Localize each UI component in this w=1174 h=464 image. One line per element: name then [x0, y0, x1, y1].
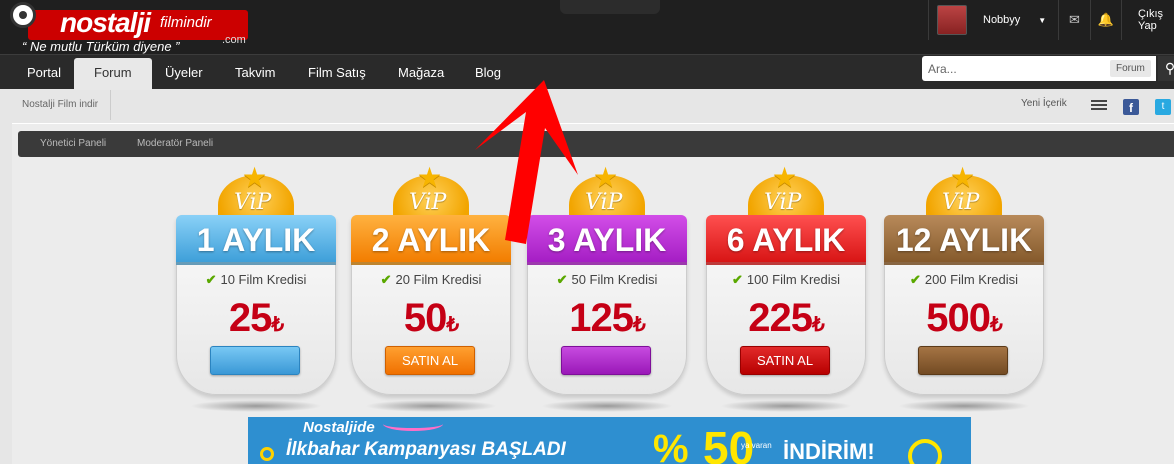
- plan-price: 500₺: [884, 296, 1044, 341]
- price-value: 500: [926, 296, 991, 340]
- username[interactable]: Nobbyy: [975, 14, 1032, 26]
- site-slogan: “ Ne mutlu Türküm diyene ”: [22, 39, 180, 54]
- header-toggle-tab[interactable]: [560, 0, 660, 14]
- logo-domain: .com: [222, 34, 246, 46]
- check-icon: ✔: [909, 272, 921, 287]
- plan-card-5: ★ ViP 12 AYLIK ✔ 200 Film Kredisi 500₺: [884, 160, 1044, 412]
- check-icon: ✔: [380, 272, 392, 287]
- plan-card-4: ★ ViP 6 AYLIK ✔ 100 Film Kredisi 225₺ SAT…: [706, 160, 866, 412]
- star-icon: ★: [772, 162, 798, 193]
- breadcrumb-row: Nostalji Film indir Yeni İçerik: [0, 90, 1174, 122]
- plan-title: 2 AYLIK: [351, 215, 511, 265]
- search-box: Forum: [922, 56, 1156, 81]
- currency-symbol: ₺: [812, 314, 825, 336]
- currency-symbol: ₺: [633, 314, 646, 336]
- moderator-panel-link[interactable]: Moderatör Paneli: [137, 131, 213, 157]
- plan-feature: ✔ 100 Film Kredisi: [706, 272, 866, 288]
- film-reel-icon: [10, 2, 36, 28]
- list-icon[interactable]: [1091, 100, 1107, 110]
- plan-feature-text: 10 Film Kredisi: [220, 272, 307, 287]
- logout-link[interactable]: Çıkış Yap: [1120, 0, 1174, 40]
- price-value: 50: [403, 296, 447, 340]
- vip-label: ViP: [764, 190, 802, 215]
- search-scope-select[interactable]: Forum: [1110, 60, 1151, 77]
- star-icon: ★: [950, 162, 976, 193]
- admin-panel-link[interactable]: Yönetici Paneli: [40, 131, 106, 157]
- nav-calendar[interactable]: Takvim: [235, 55, 275, 90]
- banner-line-1: Nostaljide: [303, 419, 375, 436]
- sun-icon: [908, 439, 942, 464]
- plan-card-2: ★ ViP 2 AYLIK ✔ 20 Film Kredisi 50₺ SATIN…: [351, 160, 511, 412]
- logo-subtext: filmindir: [160, 14, 212, 31]
- vip-label: ViP: [942, 190, 980, 215]
- buy-button[interactable]: [918, 346, 1008, 375]
- plan-price: 225₺: [706, 296, 866, 341]
- nav-film-sales[interactable]: Film Satış: [308, 55, 366, 90]
- user-area: Nobbyy ▼ ✉ 🔔 Çıkış Yap: [928, 0, 1174, 40]
- plan-feature-text: 100 Film Kredisi: [746, 272, 841, 287]
- star-icon: ★: [242, 162, 268, 193]
- currency-symbol: ₺: [271, 314, 284, 336]
- plan-feature: ✔ 200 Film Kredisi: [884, 272, 1044, 288]
- top-header: nostalji filmindir .com “ Ne mutlu Türkü…: [0, 0, 1174, 54]
- search-icon[interactable]: ⚲: [1158, 56, 1174, 81]
- circle-decoration-icon: [260, 447, 274, 461]
- plan-price: 125₺: [527, 296, 687, 341]
- avatar[interactable]: [937, 5, 967, 35]
- plan-feature-text: 50 Film Kredisi: [571, 272, 658, 287]
- plan-price: 50₺: [351, 296, 511, 341]
- plan-title: 1 AYLIK: [176, 215, 336, 265]
- chevron-down-icon[interactable]: ▼: [1038, 16, 1046, 25]
- nav-store[interactable]: Mağaza: [398, 55, 444, 90]
- user-menu[interactable]: Nobbyy ▼: [928, 0, 1058, 40]
- banner-line-2: İlkbahar Kampanyası BAŞLADI: [286, 439, 566, 460]
- nav-members[interactable]: Üyeler: [165, 55, 203, 90]
- bell-icon[interactable]: 🔔: [1089, 0, 1121, 40]
- currency-symbol: ₺: [446, 314, 459, 336]
- logo-text: nostalji: [60, 7, 151, 38]
- vip-label: ViP: [234, 190, 272, 215]
- star-icon: ★: [593, 162, 619, 193]
- plan-feature: ✔ 50 Film Kredisi: [527, 272, 687, 288]
- plan-title: 6 AYLIK: [706, 215, 866, 265]
- promo-banner[interactable]: Nostaljide İlkbahar Kampanyası BAŞLADI %…: [248, 417, 971, 464]
- check-icon: ✔: [205, 272, 217, 287]
- plan-feature-text: 200 Film Kredisi: [924, 272, 1019, 287]
- banner-discount: İNDİRİM!: [783, 439, 875, 464]
- check-icon: ✔: [731, 272, 743, 287]
- nav-forum[interactable]: Forum: [74, 58, 152, 90]
- price-value: 225: [748, 296, 813, 340]
- moderation-bar: Yönetici Paneli Moderatör Paneli: [18, 131, 1174, 157]
- buy-button[interactable]: SATIN AL: [385, 346, 475, 375]
- buy-button[interactable]: [561, 346, 651, 375]
- buy-button[interactable]: SATIN AL: [740, 346, 830, 375]
- banner-small-text: ya varan: [741, 441, 772, 450]
- plan-feature: ✔ 10 Film Kredisi: [176, 272, 336, 288]
- breadcrumb[interactable]: Nostalji Film indir: [10, 90, 112, 120]
- plan-title: 3 AYLIK: [527, 215, 687, 265]
- twitter-icon[interactable]: t: [1155, 99, 1171, 115]
- new-content-link[interactable]: Yeni İçerik: [1021, 98, 1067, 109]
- nav-portal[interactable]: Portal: [27, 55, 61, 90]
- check-icon: ✔: [556, 272, 568, 287]
- nav-blog[interactable]: Blog: [475, 55, 501, 90]
- plan-card-3: ★ ViP 3 AYLIK ✔ 50 Film Kredisi 125₺: [527, 160, 687, 412]
- plan-feature-text: 20 Film Kredisi: [395, 272, 482, 287]
- vip-label: ViP: [409, 190, 447, 215]
- buy-button[interactable]: [210, 346, 300, 375]
- star-icon: ★: [417, 162, 443, 193]
- plan-price: 25₺: [176, 296, 336, 341]
- wave-decoration-icon: [383, 417, 443, 431]
- plan-card-1: ★ ViP 1 AYLIK ✔ 10 Film Kredisi 25₺: [176, 160, 336, 412]
- vip-label: ViP: [585, 190, 623, 215]
- plan-title: 12 AYLIK: [884, 215, 1044, 265]
- envelope-icon[interactable]: ✉: [1058, 0, 1089, 40]
- facebook-icon[interactable]: f: [1123, 99, 1139, 115]
- price-value: 125: [569, 296, 634, 340]
- currency-symbol: ₺: [990, 314, 1003, 336]
- search-input[interactable]: [922, 56, 1108, 81]
- price-value: 25: [228, 296, 272, 340]
- banner-percent: %: [653, 427, 689, 464]
- plan-feature: ✔ 20 Film Kredisi: [351, 272, 511, 288]
